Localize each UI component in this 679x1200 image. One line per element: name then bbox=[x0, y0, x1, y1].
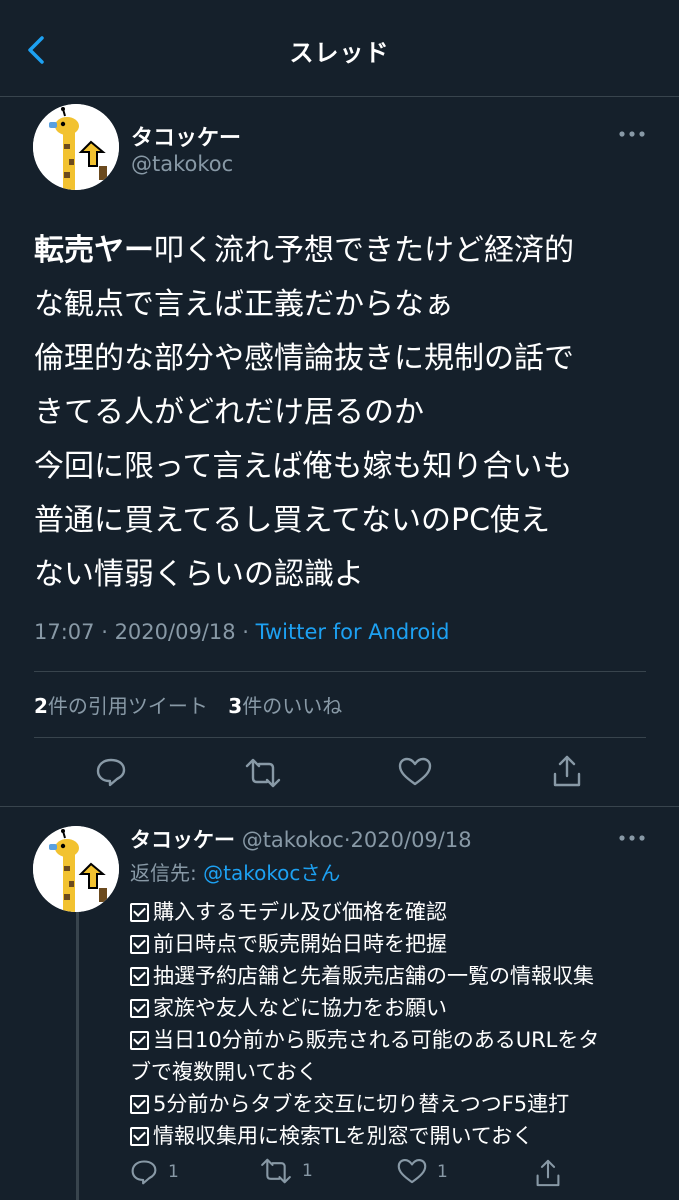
quote-tweets-link[interactable]: 2件の引用ツイート bbox=[34, 694, 208, 718]
tweet-source-link[interactable]: Twitter for Android bbox=[256, 620, 450, 644]
checklist-item: 抽選予約店舗と先着販売店舗の一覧の情報収集 bbox=[130, 960, 660, 992]
reply-to-handle: @takokoc bbox=[203, 861, 301, 885]
checkbox-icon bbox=[130, 966, 149, 986]
reply-to-label: 返信先: bbox=[130, 861, 204, 885]
tweet-line: 普通に買えてるし買えてないのPC使え bbox=[34, 503, 551, 538]
checklist-text: 当日10分前から販売される可能のあるURLをタ bbox=[153, 1028, 600, 1052]
retweet-button[interactable]: 1 bbox=[260, 1158, 313, 1184]
more-icon[interactable] bbox=[617, 828, 647, 848]
tweet-line: 転売ヤー叩く流れ予想できたけど経済的 bbox=[34, 224, 654, 278]
tweet-line: きてる人がどれだけ居るのか bbox=[34, 395, 424, 430]
checklist-item: 情報収集用に検索TLを別窓で開いておく bbox=[130, 1120, 660, 1152]
reply-icon bbox=[131, 1160, 157, 1185]
checklist-text: 抽選予約店舗と先着販売店舗の一覧の情報収集 bbox=[153, 964, 594, 988]
retweet-icon bbox=[261, 1158, 291, 1184]
more-icon[interactable] bbox=[617, 124, 647, 144]
checkbox-icon bbox=[130, 1094, 149, 1114]
reply-icon[interactable] bbox=[95, 756, 127, 788]
reply-author-name[interactable]: タコッケー bbox=[130, 828, 235, 852]
reply-count: 1 bbox=[168, 1162, 179, 1182]
hashtag-bold-text: 転売ヤー bbox=[34, 233, 154, 268]
checklist-item: 5分前からタブを交互に切り替えつつF5連打 bbox=[130, 1088, 660, 1120]
reply-header: タコッケー @takokoc·2020/09/18 bbox=[130, 824, 472, 854]
checklist-text: 家族や友人などに協力をお願い bbox=[153, 996, 447, 1020]
tweet-line-text: 叩く流れ予想できたけど経済的 bbox=[154, 233, 574, 268]
tweet-line: ない情弱くらいの認識よ bbox=[34, 557, 364, 592]
checklist-item-continuation: ブで複数開いておく bbox=[130, 1056, 660, 1088]
tweet-line: な観点で言えば正義だからなぁ bbox=[34, 287, 454, 322]
checkbox-icon bbox=[130, 1126, 149, 1146]
checklist-text: 5分前からタブを交互に切り替えつつF5連打 bbox=[153, 1092, 570, 1116]
giraffe-avatar-image bbox=[33, 104, 119, 190]
like-icon[interactable] bbox=[398, 757, 432, 787]
checklist-text: 購入するモデル及び価格を確認 bbox=[153, 900, 447, 924]
checklist-item: 家族や友人などに協力をお願い bbox=[130, 992, 660, 1024]
divider bbox=[0, 806, 679, 807]
avatar[interactable] bbox=[33, 104, 119, 190]
tweet-date[interactable]: 2020/09/18 bbox=[115, 620, 236, 644]
like-label: 件のいいね bbox=[242, 694, 343, 718]
divider bbox=[34, 737, 646, 738]
page-title: スレッド bbox=[289, 39, 390, 67]
reply-avatar[interactable] bbox=[33, 826, 119, 912]
reply-to-mention[interactable]: @takokocさん bbox=[203, 861, 340, 885]
retweet-count: 1 bbox=[302, 1161, 313, 1181]
author-name[interactable]: タコッケー bbox=[131, 120, 241, 152]
checklist-item: 前日時点で販売開始日時を把握 bbox=[130, 928, 660, 960]
divider bbox=[34, 671, 646, 672]
quote-count: 2 bbox=[34, 694, 48, 718]
share-icon[interactable] bbox=[552, 754, 582, 788]
replying-to: 返信先: @takokocさん bbox=[130, 857, 340, 886]
checkbox-icon bbox=[130, 902, 149, 922]
giraffe-avatar-image bbox=[33, 826, 119, 912]
reply-author-handle[interactable]: @takokoc bbox=[242, 828, 344, 852]
share-button[interactable] bbox=[535, 1158, 561, 1188]
reply-to-suffix: さん bbox=[300, 861, 341, 885]
author-handle[interactable]: @takokoc bbox=[131, 152, 233, 176]
separator-dot: · bbox=[343, 828, 351, 852]
tweet-line: 倫理的な部分や感情論抜きに規制の話で bbox=[34, 341, 574, 376]
like-count: 3 bbox=[228, 694, 243, 718]
like-button[interactable]: 1 bbox=[397, 1158, 448, 1185]
quote-label: 件の引用ツイート bbox=[47, 694, 208, 718]
top-bar: スレッド bbox=[0, 0, 679, 97]
checkbox-icon bbox=[130, 1030, 149, 1050]
engagement-stats: 2件の引用ツイート 3件のいいね bbox=[34, 690, 356, 719]
tweet-body: 転売ヤー叩く流れ予想できたけど経済的 な観点で言えば正義だからなぁ 倫理的な部分… bbox=[34, 224, 654, 602]
checklist-item: 当日10分前から販売される可能のあるURLをタ bbox=[130, 1024, 660, 1056]
reply-date[interactable]: 2020/09/18 bbox=[351, 828, 472, 852]
checklist-text: ブで複数開いておく bbox=[130, 1060, 318, 1084]
checklist-text: 情報収集用に検索TLを別窓で開いておく bbox=[153, 1124, 534, 1148]
share-icon bbox=[536, 1159, 560, 1187]
reply-action-bar: 1 1 1 bbox=[130, 1158, 650, 1194]
tweet-line: 今回に限って言えば俺も嫁も知り合いも bbox=[34, 449, 573, 484]
like-icon bbox=[397, 1158, 427, 1184]
tweet-time[interactable]: 17:07 bbox=[34, 620, 95, 644]
checklist-text: 前日時点で販売開始日時を把握 bbox=[153, 932, 447, 956]
reply-body: 購入するモデル及び価格を確認 前日時点で販売開始日時を把握 抽選予約店舗と先着販… bbox=[130, 896, 660, 1152]
like-count: 1 bbox=[437, 1161, 448, 1182]
checklist-item: 購入するモデル及び価格を確認 bbox=[130, 896, 660, 928]
likes-link[interactable]: 3件のいいね bbox=[228, 694, 342, 718]
thread-connector-line bbox=[76, 912, 79, 1200]
retweet-icon[interactable] bbox=[245, 758, 281, 788]
tweet-meta: 17:07 · 2020/09/18 · Twitter for Android bbox=[34, 620, 450, 644]
reply-button[interactable]: 1 bbox=[130, 1158, 179, 1186]
checkbox-icon bbox=[130, 998, 149, 1018]
checkbox-icon bbox=[130, 934, 149, 954]
